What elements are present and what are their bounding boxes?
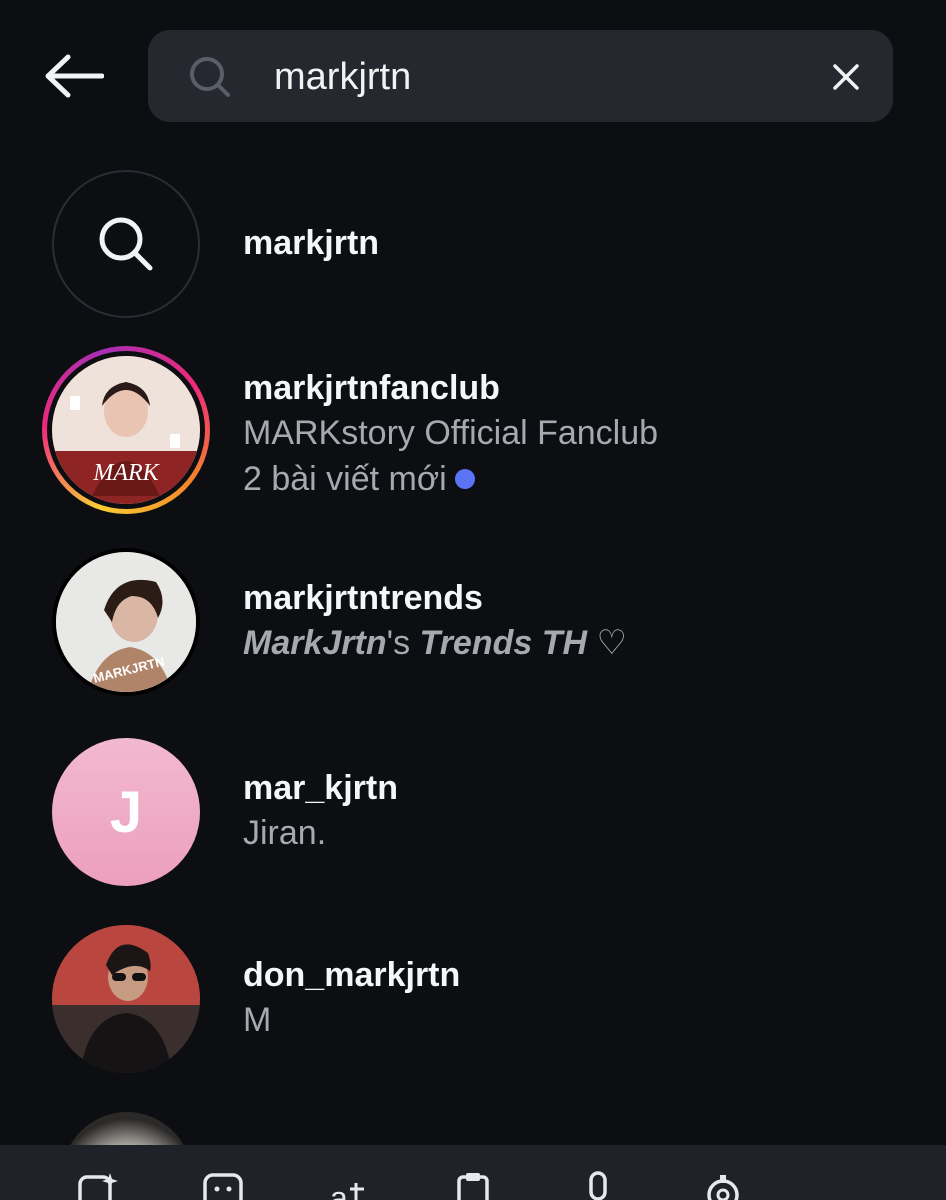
result-username: markjrtntrends	[243, 579, 483, 617]
clipboard-icon[interactable]	[451, 1169, 495, 1200]
result-username: mar_kjrtn	[243, 769, 398, 807]
microphone-icon[interactable]	[576, 1169, 620, 1200]
back-button[interactable]	[40, 48, 106, 104]
search-suggestion-row[interactable]: markjrtn	[0, 165, 946, 325]
result-fullname: MARKstory Official Fanclub	[243, 414, 659, 452]
avatar-letter: J	[109, 779, 143, 845]
new-posts-status: 2 bài viết mới	[243, 456, 658, 502]
search-screen: markjrtn MARK	[0, 0, 946, 1200]
avatar: MARKJRTN	[52, 548, 200, 696]
sticker-icon[interactable]	[76, 1169, 120, 1200]
result-row[interactable]: don_markjrtn M	[0, 925, 946, 1085]
result-row[interactable]: J mar_kjrtn Jiran.	[0, 738, 946, 898]
avatar: MARK	[52, 356, 200, 504]
fullname-part: MarkJrtn	[243, 624, 387, 662]
result-fullname: MarkJrtn's Trends TH ♡	[243, 620, 627, 666]
clear-search-icon[interactable]	[829, 60, 863, 94]
arrow-left-icon	[45, 54, 104, 98]
result-row[interactable]: MARK markjrtnfanclub MARKstory Official …	[0, 346, 946, 521]
search-bar[interactable]	[148, 30, 893, 122]
search-icon	[190, 57, 230, 97]
emoji-icon[interactable]	[201, 1169, 245, 1200]
new-posts-label: 2 bài viết mới	[243, 460, 447, 498]
don-avatar-art	[52, 925, 200, 1073]
result-fullname: M	[243, 1001, 272, 1039]
avatar	[52, 925, 200, 1073]
result-username: markjrtnfanclub	[243, 369, 500, 407]
result-fullname: Jiran.	[243, 814, 327, 852]
search-input[interactable]	[274, 52, 794, 102]
more-icon[interactable]	[825, 1169, 869, 1200]
new-post-dot	[454, 469, 475, 490]
suggestion-text: markjrtn	[243, 224, 380, 262]
suggestion-search-circle	[52, 170, 200, 318]
result-row[interactable]: MARKJRTN markjrtntrends MarkJrtn's Trend…	[0, 548, 946, 708]
trends-avatar-art: MARKJRTN	[56, 552, 196, 692]
translate-icon[interactable]: a	[326, 1169, 370, 1200]
search-icon	[99, 217, 153, 271]
fanclub-avatar-art: MARK	[52, 356, 200, 504]
avatar: J	[52, 738, 200, 886]
result-username: don_markjrtn	[243, 956, 461, 994]
fanclub-logo-text: MARK	[92, 460, 160, 486]
story-ring-avatar[interactable]: MARK	[42, 346, 210, 514]
fullname-part: ♡	[587, 624, 628, 662]
keyboard-toolbar: a	[0, 1145, 946, 1200]
fullname-part: Trends TH	[419, 624, 588, 662]
svg-text:a: a	[330, 1180, 348, 1200]
settings-icon[interactable]	[701, 1169, 745, 1200]
fullname-part: 's	[386, 624, 420, 662]
